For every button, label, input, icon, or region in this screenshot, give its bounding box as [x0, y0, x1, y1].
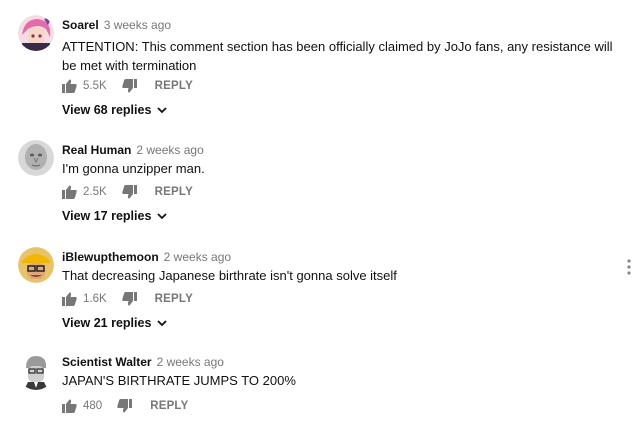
- view-replies-button[interactable]: View 21 replies: [62, 316, 168, 330]
- thumbs-up-icon[interactable]: [62, 292, 77, 306]
- vertical-dots-icon[interactable]: [624, 258, 634, 276]
- author-name[interactable]: Scientist Walter: [62, 355, 152, 369]
- comment-actions: 1.6K REPLY: [62, 292, 193, 306]
- thumbs-down-icon[interactable]: [121, 292, 137, 306]
- view-replies-button[interactable]: View 17 replies: [62, 209, 168, 223]
- comment-timestamp[interactable]: 2 weeks ago: [157, 355, 224, 369]
- comment-timestamp[interactable]: 2 weeks ago: [136, 143, 203, 157]
- view-replies-button[interactable]: View 68 replies: [62, 103, 168, 117]
- like-count: 5.5K: [83, 80, 107, 92]
- thumbs-down-icon[interactable]: [117, 399, 133, 413]
- reply-button[interactable]: REPLY: [155, 80, 193, 92]
- view-replies-label: View 17 replies: [62, 209, 152, 223]
- reply-button[interactable]: REPLY: [150, 400, 188, 412]
- hardhat-avatar-icon[interactable]: [18, 247, 54, 283]
- like-count: 480: [83, 400, 103, 412]
- reply-button[interactable]: REPLY: [155, 186, 193, 198]
- thumbs-up-icon[interactable]: [62, 185, 77, 199]
- comment-actions: 5.5K REPLY: [62, 79, 193, 93]
- thumbs-down-icon[interactable]: [121, 185, 137, 199]
- comment-timestamp[interactable]: 2 weeks ago: [164, 250, 231, 264]
- comment-header: Soarel 3 weeks ago: [62, 17, 171, 33]
- scientist-avatar-icon[interactable]: [18, 354, 54, 390]
- comment-header: Scientist Walter 2 weeks ago: [62, 354, 224, 370]
- view-replies-label: View 21 replies: [62, 316, 152, 330]
- chevron-down-icon: [157, 213, 168, 220]
- comment-text: JAPAN'S BIRTHRATE JUMPS TO 200%: [62, 373, 296, 388]
- gray-face-avatar-icon[interactable]: [18, 140, 54, 176]
- comment-header: Real Human 2 weeks ago: [62, 142, 204, 158]
- comment-actions: 2.5K REPLY: [62, 185, 193, 199]
- comment-text: ATTENTION: This comment section has been…: [62, 39, 613, 73]
- comment-header: iBlewupthemoon 2 weeks ago: [62, 249, 231, 265]
- author-name[interactable]: Soarel: [62, 18, 99, 32]
- thumbs-up-icon[interactable]: [62, 79, 77, 93]
- like-count: 2.5K: [83, 186, 107, 198]
- anime-avatar-icon[interactable]: [18, 15, 54, 51]
- comment-timestamp[interactable]: 3 weeks ago: [104, 18, 171, 32]
- author-name[interactable]: Real Human: [62, 143, 131, 157]
- chevron-down-icon: [157, 107, 168, 114]
- chevron-down-icon: [157, 320, 168, 327]
- thumbs-down-icon[interactable]: [121, 79, 137, 93]
- author-name[interactable]: iBlewupthemoon: [62, 250, 159, 264]
- thumbs-up-icon[interactable]: [62, 399, 77, 413]
- view-replies-label: View 68 replies: [62, 103, 152, 117]
- comment-text: That decreasing Japanese birthrate isn't…: [62, 268, 397, 283]
- comment-actions: 480 REPLY: [62, 399, 188, 413]
- reply-button[interactable]: REPLY: [155, 293, 193, 305]
- comment-text: I'm gonna unzipper man.: [62, 161, 205, 176]
- like-count: 1.6K: [83, 293, 107, 305]
